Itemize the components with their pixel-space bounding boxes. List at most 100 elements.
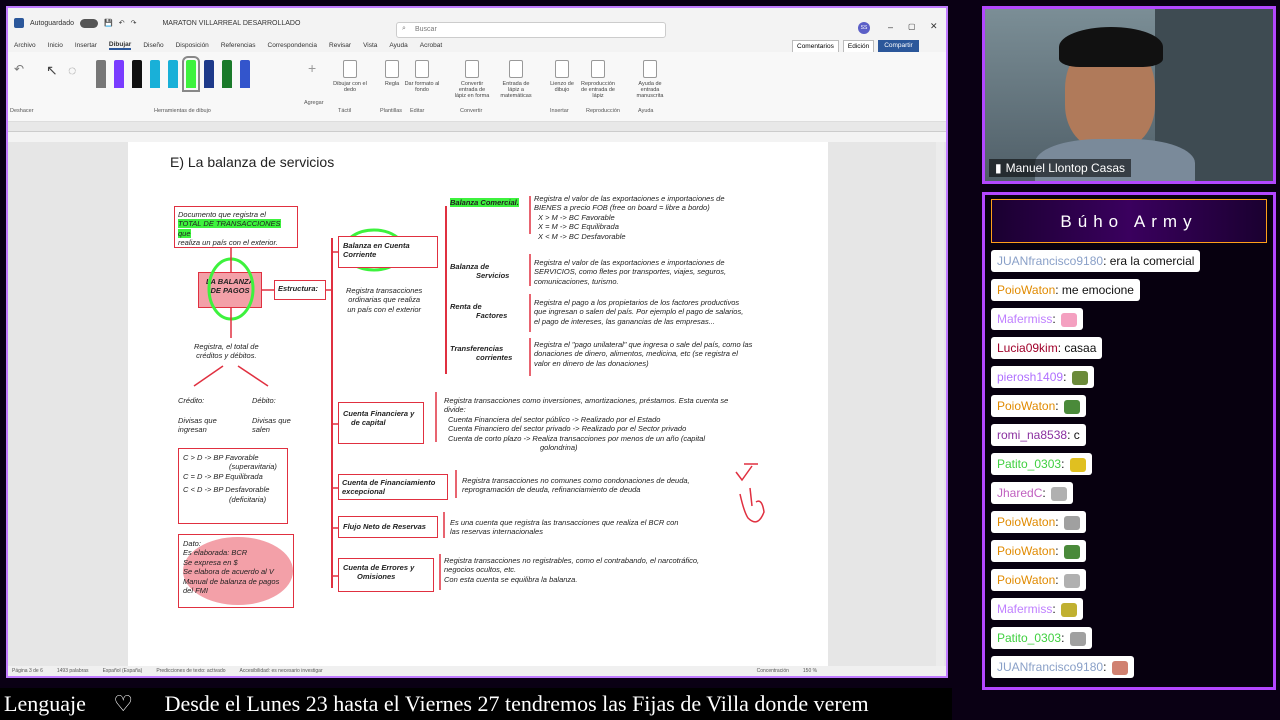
ribbon-button[interactable]: Convertir entrada de lápiz en forma: [454, 60, 490, 99]
undo-group-label: Deshacer: [10, 108, 34, 114]
chat-message: PoioWaton:: [991, 569, 1086, 591]
chat-message: pierosh1409:: [991, 366, 1094, 388]
debit-label: Débito:: [252, 396, 276, 405]
undo-icon[interactable]: ↶: [119, 19, 125, 27]
menu-tab[interactable]: Insertar: [75, 42, 97, 49]
ribbon-group-label: Convertir: [460, 108, 483, 114]
ribbon-button[interactable]: Dibujar con el dedo: [332, 60, 368, 93]
menu-tab[interactable]: Referencias: [221, 42, 256, 49]
chat-username[interactable]: PoioWaton: [997, 283, 1055, 297]
chat-text: : era la comercial: [1103, 254, 1195, 268]
pen-swatch[interactable]: [182, 56, 200, 92]
menu-tab[interactable]: Dibujar: [108, 41, 132, 50]
lasso-icon[interactable]: ◌: [68, 62, 76, 78]
menu-tab[interactable]: Vista: [363, 42, 377, 49]
credit-arrow: [193, 365, 224, 387]
status-item: Página 3 de 6: [12, 668, 43, 674]
chat-username[interactable]: JUANfrancisco9180: [997, 660, 1103, 674]
ribbon-button[interactable]: Ayuda de entrada manuscrita: [632, 60, 668, 99]
presenter-name: Manuel Llontop Casas: [1005, 161, 1126, 175]
webcam-view: ▮ Manuel Llontop Casas: [982, 6, 1276, 184]
chat-username[interactable]: PoioWaton: [997, 515, 1055, 529]
close-icon[interactable]: ✕: [930, 21, 938, 32]
document-page[interactable]: E) La balanza de servicios Documento que…: [128, 142, 828, 670]
menu-tab[interactable]: Correspondencia: [268, 42, 318, 49]
pen-swatch[interactable]: [222, 60, 232, 88]
chat-username[interactable]: JUANfrancisco9180: [997, 254, 1103, 268]
chat-username[interactable]: PoioWaton: [997, 544, 1055, 558]
ribbon-button-icon: [555, 60, 569, 78]
add-pen-icon[interactable]: +: [308, 60, 316, 76]
chat-username[interactable]: JharedC: [997, 486, 1042, 500]
ribbon-button-icon: [465, 60, 479, 78]
pen-swatch[interactable]: [150, 60, 160, 88]
chat-text: :: [1063, 370, 1070, 384]
chat-message: Patito_0303:: [991, 627, 1092, 649]
vertical-scrollbar[interactable]: [936, 142, 944, 670]
menu-tab[interactable]: Ayuda: [389, 42, 407, 49]
rule-1: C > D -> BP Favorable: [183, 453, 259, 462]
ribbon-button[interactable]: Dar formato al fondo: [404, 60, 440, 93]
current-account-box: Balanza en Cuenta Corriente: [338, 236, 438, 268]
ribbon-button[interactable]: Lienzo de dibujo: [544, 60, 580, 93]
pen-swatch[interactable]: [240, 60, 250, 88]
menu-tab[interactable]: Acrobat: [420, 42, 442, 49]
menu-tab[interactable]: Inicio: [48, 42, 63, 49]
rule-3: C < D -> BP Desfavorable: [183, 485, 270, 495]
status-item[interactable]: Concentración: [757, 668, 789, 674]
redo-icon[interactable]: ↷: [131, 19, 137, 27]
ribbon-button-icon: [415, 60, 429, 78]
chat-username[interactable]: pierosh1409: [997, 370, 1063, 384]
ribbon-button-icon: [385, 60, 399, 78]
pen-swatch[interactable]: [132, 60, 142, 88]
pen-gallery: [96, 56, 250, 92]
heart-icon: ♡: [113, 691, 134, 716]
credit-desc: Divisas que ingresan: [178, 416, 217, 435]
chat-username[interactable]: PoioWaton: [997, 573, 1055, 587]
document-title[interactable]: MARATON VILLARREAL DESARROLLADO: [162, 20, 300, 27]
chat-username[interactable]: PoioWaton: [997, 399, 1055, 413]
chat-message: JUANfrancisco9180: era la comercial: [991, 250, 1201, 272]
chat-username[interactable]: Mafermiss: [997, 602, 1052, 616]
pen-swatch[interactable]: [168, 60, 178, 88]
chat-username[interactable]: romi_na8538: [997, 428, 1067, 442]
emote-icon: [1063, 399, 1080, 414]
menu-tab[interactable]: Revisar: [329, 42, 351, 49]
status-item: 1493 palabras: [56, 668, 89, 674]
ribbon-button-label: Ayuda de entrada manuscrita: [636, 81, 664, 99]
select-cursor-icon[interactable]: ↖: [46, 62, 58, 79]
save-icon[interactable]: 💾: [104, 19, 113, 27]
ribbon-button[interactable]: Reproducción de entrada de lápiz: [580, 60, 616, 99]
pen-swatch[interactable]: [114, 60, 124, 88]
add-pen-label: Agregar: [304, 100, 324, 106]
chat-text: :: [1061, 457, 1068, 471]
chat-username[interactable]: Lucia09kim: [997, 341, 1058, 355]
ribbon-button-label: Lienzo de dibujo: [550, 81, 574, 93]
credit-label: Crédito:: [178, 396, 205, 405]
autosave-toggle[interactable]: [79, 18, 98, 28]
ribbon-button[interactable]: Entrada de lápiz a matemáticas: [498, 60, 534, 99]
undo-ribbon-icon[interactable]: ↶: [14, 62, 24, 76]
pen-swatch[interactable]: [96, 60, 106, 88]
menu-tab[interactable]: Archivo: [14, 42, 36, 49]
ribbon-button-icon: [591, 60, 605, 78]
errors-line-2: Omisiones: [357, 572, 396, 582]
status-item[interactable]: 150 %: [803, 668, 817, 674]
pen-swatch[interactable]: [204, 60, 214, 88]
ribbon-button-label: Reproducción de entrada de lápiz: [581, 81, 615, 99]
minimize-icon[interactable]: –: [888, 22, 893, 32]
chat-message: Patito_0303:: [991, 453, 1092, 475]
search-box[interactable]: ⌕ Buscar: [396, 22, 666, 38]
user-avatar[interactable]: SS: [858, 22, 870, 34]
chat-username[interactable]: Patito_0303: [997, 457, 1061, 471]
ribbon-button-label: Dibujar con el dedo: [333, 81, 367, 93]
menu-tab[interactable]: Disposición: [176, 42, 209, 49]
dato-box: Dato: Es elaborada: BCR Se expresa en $ …: [178, 534, 294, 608]
chat-username[interactable]: Mafermiss: [997, 312, 1052, 326]
reserves-label: Flujo Neto de Reservas: [343, 522, 426, 531]
chat-username[interactable]: Patito_0303: [997, 631, 1061, 645]
maximize-icon[interactable]: ▢: [908, 22, 916, 31]
ribbon-button-label: Entrada de lápiz a matemáticas: [500, 81, 532, 99]
row-text: Registra el "pago unilateral" que ingres…: [534, 340, 753, 368]
menu-tab[interactable]: Diseño: [143, 42, 163, 49]
